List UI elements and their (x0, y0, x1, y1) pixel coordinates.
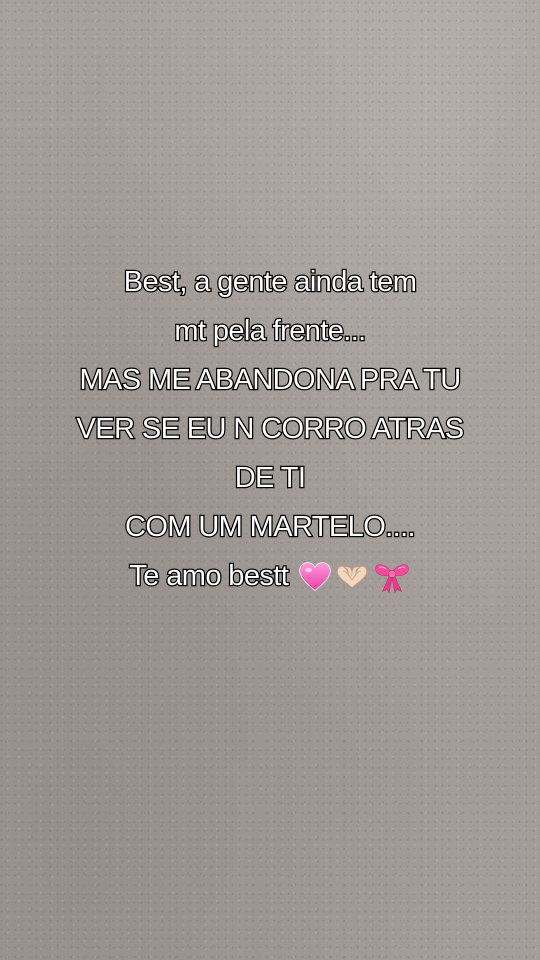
pink-heart-icon (298, 562, 331, 592)
caption-line-4: VER SE EU N CORRO ATRAS (75, 412, 465, 447)
ribbon-bow-icon (373, 561, 411, 594)
caption-line-5: DE TI (233, 461, 307, 496)
video-caption: Best, a gente ainda tem mt pela frente..… (0, 258, 540, 601)
caption-line-7: Te amo bestt (0, 552, 540, 601)
caption-line-2: mt pela frente... (173, 314, 367, 349)
caption-line-7-text: Te amo bestt (128, 559, 290, 594)
caption-line-1: Best, a gente ainda tem (122, 265, 418, 300)
heart-hands-icon (334, 562, 370, 592)
caption-line-6: COM UM MARTELO.... (124, 510, 417, 545)
caption-line-3: MAS ME ABANDONA PRA TU (78, 363, 462, 398)
